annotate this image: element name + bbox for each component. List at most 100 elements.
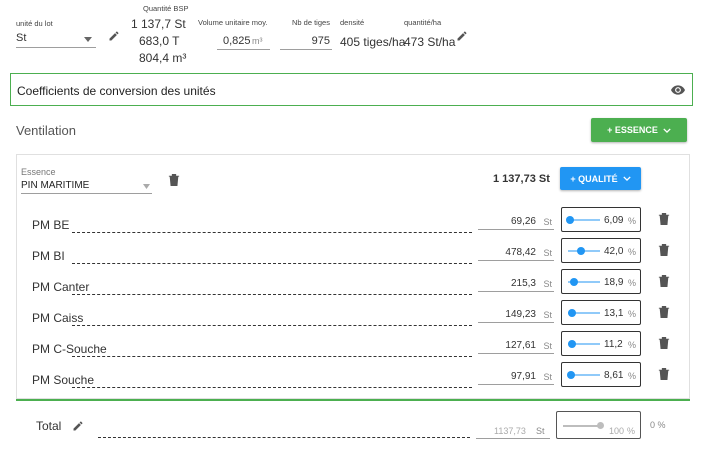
quality-pct-unit: % [628, 340, 637, 350]
trash-icon [168, 174, 180, 186]
edit-lot-unit-pencil-icon[interactable] [106, 28, 122, 44]
delete-quality-button[interactable] [657, 304, 671, 320]
edit-qty-ha-button[interactable] [454, 28, 470, 44]
stems-label: Nb de tiges [292, 18, 330, 27]
pencil-icon [457, 31, 467, 41]
quality-slider-thumb[interactable] [577, 247, 586, 255]
quality-slider-thumb[interactable] [570, 278, 579, 286]
quality-unit: St [543, 248, 552, 258]
essence-total: 1 137,73 St [493, 173, 550, 185]
total-value: 1137,73 [494, 426, 526, 436]
essence-label: Essence [21, 167, 56, 177]
quality-value-field[interactable]: 215,3 St [478, 275, 554, 292]
quality-pct: 13,1 [604, 308, 624, 319]
essence-value: PIN MARITIME [21, 180, 90, 191]
coefficients-title: Coefficients de conversion des unités [17, 84, 216, 98]
quality-pct-unit: % [628, 247, 637, 257]
quality-value-field[interactable]: 478,42 St [478, 244, 554, 261]
qty-ha-label: quantité/ha [404, 18, 442, 27]
quality-unit: St [543, 310, 552, 320]
delete-quality-button[interactable] [657, 366, 671, 382]
total-slider-thumb [597, 422, 604, 429]
quality-leader [72, 263, 472, 264]
quality-pct-unit: % [628, 278, 637, 288]
quality-pct-box: 13,1 % [561, 300, 641, 325]
pencil-icon [73, 421, 83, 431]
qty-bsp-m3: 804,4 m³ [139, 51, 187, 65]
delete-quality-button[interactable] [657, 211, 671, 227]
density-value: 405 tiges/ha [340, 35, 406, 49]
qty-bsp-st: 1 137,7 St [131, 17, 186, 31]
vol-input[interactable]: 0,825 m³ [217, 33, 270, 50]
total-pct: 100 [609, 426, 625, 436]
vol-unit: m³ [252, 36, 263, 46]
quality-name: PM C-Souche [32, 342, 107, 356]
quality-leader [72, 294, 472, 295]
density-label: densité [340, 18, 365, 27]
essence-select[interactable]: PIN MARITIME [21, 178, 152, 194]
delete-quality-button[interactable] [657, 273, 671, 289]
quality-value: 215,3 [510, 278, 536, 289]
quality-value: 149,23 [505, 309, 536, 320]
stems-input[interactable]: 975 [280, 33, 332, 50]
quality-name: PM Canter [32, 280, 90, 294]
chevron-down-icon [622, 176, 631, 181]
quality-value: 97,91 [510, 371, 536, 382]
qty-bsp-t: 683,0 T [139, 34, 180, 48]
quality-name: PM Caiss [32, 311, 84, 325]
quality-pct-box: 8,61 % [561, 362, 641, 387]
quality-pct: 42,0 [604, 246, 624, 257]
quality-pct-box: 11,2 % [561, 331, 641, 356]
coefficients-panel[interactable]: Coefficients de conversion des unités [10, 73, 693, 106]
pencil-icon [109, 31, 119, 41]
quality-leader [72, 356, 472, 357]
dropdown-arrow-icon [143, 184, 150, 189]
add-essence-label: + ESSENCE [607, 125, 658, 135]
quality-pct-unit: % [628, 309, 637, 319]
dropdown-arrow-icon [84, 37, 92, 42]
trash-icon [658, 337, 670, 349]
quality-pct: 6,09 [604, 215, 624, 226]
qty-bsp-label: Quantité BSP [143, 4, 189, 13]
quality-leader [72, 232, 472, 233]
quality-pct-box: 18,9 % [561, 269, 641, 294]
quality-name: PM Souche [32, 373, 95, 387]
trash-icon [658, 213, 670, 225]
quality-value-field[interactable]: 97,91 St [478, 368, 554, 385]
total-divider [16, 399, 690, 401]
toggle-coefficients-button[interactable] [670, 82, 686, 98]
quality-unit: St [543, 372, 552, 382]
delete-essence-button[interactable] [167, 172, 181, 188]
quality-value-field[interactable]: 149,23 St [478, 306, 554, 323]
quality-pct-box: 42,0 % [561, 238, 641, 263]
add-quality-button[interactable]: + QUALITÉ [560, 167, 641, 190]
delete-quality-button[interactable] [657, 242, 671, 258]
total-value-field: 1137,73 St [476, 424, 550, 439]
quality-name: PM BE [32, 218, 70, 232]
quality-unit: St [543, 341, 552, 351]
quality-slider-thumb[interactable] [567, 340, 576, 348]
total-leader [98, 437, 470, 438]
chevron-down-icon [663, 127, 671, 133]
total-unit: St [536, 426, 545, 436]
quality-name: PM BI [32, 249, 65, 263]
stems-value: 975 [311, 35, 330, 47]
quality-value-field[interactable]: 127,61 St [478, 337, 554, 354]
quality-leader [72, 325, 472, 326]
quality-unit: St [543, 279, 552, 289]
quality-leader [72, 387, 472, 388]
vol-value: 0,825 [223, 35, 251, 47]
quality-pct-unit: % [628, 216, 637, 226]
quality-value: 69,26 [510, 216, 536, 227]
edit-total-button[interactable] [70, 418, 86, 434]
quality-slider-thumb[interactable] [565, 216, 574, 224]
add-essence-button[interactable]: + ESSENCE [591, 118, 687, 142]
quality-slider-thumb[interactable] [566, 371, 575, 379]
quality-slider-thumb[interactable] [568, 309, 577, 317]
quality-value-field[interactable]: 69,26 St [478, 213, 554, 230]
lot-unit-select[interactable]: St [16, 30, 96, 48]
quality-unit: St [543, 217, 552, 227]
total-slider-track [563, 425, 601, 427]
delete-quality-button[interactable] [657, 335, 671, 351]
total-pct-box: 100 % [556, 411, 641, 439]
